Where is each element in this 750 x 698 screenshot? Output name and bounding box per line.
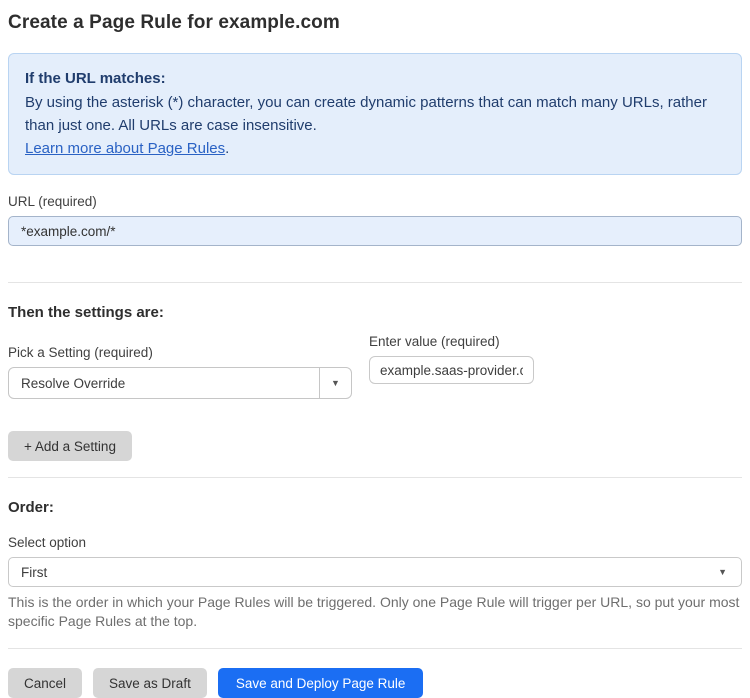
setting-dropdown-caret-box[interactable]: ▼ (319, 368, 351, 398)
save-and-deploy-button[interactable]: Save and Deploy Page Rule (217, 668, 424, 698)
setting-dropdown[interactable]: Resolve Override ▼ (8, 367, 352, 399)
order-heading: Order: (8, 499, 54, 516)
divider-settings-order (8, 477, 742, 478)
page-title: Create a Page Rule for example.com (8, 12, 340, 33)
divider-url-settings (8, 282, 742, 283)
chevron-down-icon: ▼ (331, 377, 340, 388)
order-select-label: Select option (8, 535, 87, 550)
info-box-body-text: By using the asterisk (*) character, you… (25, 94, 707, 134)
value-field-label: Enter value (required) (369, 334, 500, 349)
add-setting-button[interactable]: + Add a Setting (8, 431, 132, 461)
divider-footer (8, 648, 742, 649)
settings-heading: Then the settings are: (8, 304, 164, 321)
url-match-info-box: If the URL matches: By using the asteris… (8, 53, 742, 175)
order-select[interactable]: First ▼ (8, 557, 742, 587)
chevron-down-icon: ▼ (718, 566, 727, 577)
settings-row: Pick a Setting (required) Resolve Overri… (8, 326, 742, 399)
url-input[interactable] (8, 216, 742, 246)
link-period: . (225, 140, 230, 157)
url-field-label: URL (required) (8, 194, 97, 209)
setting-column: Pick a Setting (required) Resolve Overri… (8, 326, 352, 399)
info-box-heading: If the URL matches: (25, 70, 166, 87)
learn-more-link[interactable]: Learn more about Page Rules (25, 140, 225, 157)
setting-select-label: Pick a Setting (required) (8, 345, 153, 360)
info-box-body: By using the asterisk (*) character, you… (25, 91, 725, 160)
setting-dropdown-value: Resolve Override (21, 375, 126, 391)
order-help-text: This is the order in which your Page Rul… (8, 594, 740, 629)
value-column: Enter value (required) (369, 326, 534, 384)
save-as-draft-button[interactable]: Save as Draft (93, 668, 207, 698)
cancel-button[interactable]: Cancel (8, 668, 83, 698)
order-select-value: First (21, 564, 48, 580)
create-page-rule-panel: Create a Page Rule for example.com If th… (0, 0, 750, 698)
setting-value-input[interactable] (369, 356, 534, 384)
footer-button-row: Cancel Save as Draft Save and Deploy Pag… (8, 668, 742, 698)
